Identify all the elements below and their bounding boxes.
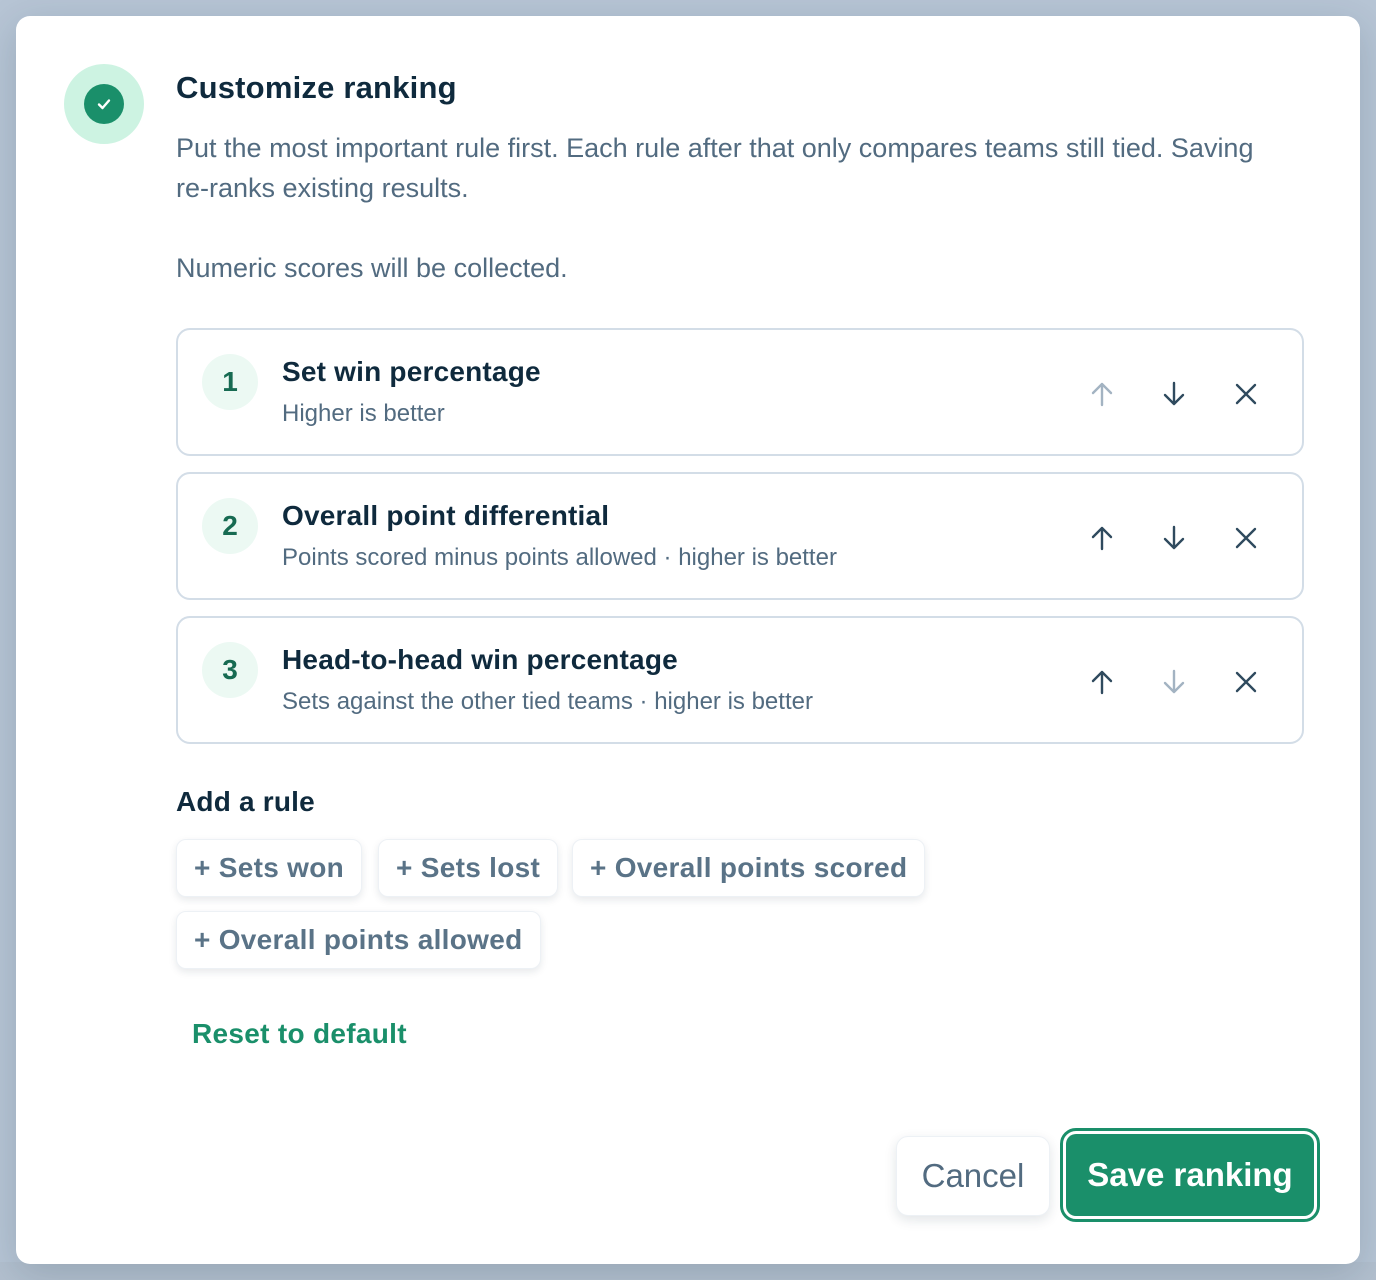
arrow-up-icon <box>1091 670 1113 695</box>
close-icon <box>1235 383 1257 405</box>
arrow-up-icon <box>1091 382 1113 407</box>
dialog-note: Numeric scores will be collected. <box>176 253 568 283</box>
move-up-button[interactable] <box>1074 366 1130 422</box>
rule-title: Set win percentage <box>282 356 541 387</box>
status-badge <box>64 64 144 144</box>
rule-card: 2 Overall point differential Points scor… <box>176 472 1304 600</box>
add-sets-won-button[interactable]: + Sets won <box>176 839 363 897</box>
save-ranking-label: Save ranking <box>1066 1134 1314 1216</box>
move-down-button[interactable] <box>1146 654 1202 710</box>
reset-to-default-link[interactable]: Reset to default <box>192 1018 407 1050</box>
add-overall-points-allowed-button[interactable]: + Overall points allowed <box>176 911 541 969</box>
dialog-title: Customize ranking <box>176 70 457 105</box>
save-ranking-button[interactable]: Save ranking <box>1060 1128 1320 1222</box>
check-icon <box>84 84 124 124</box>
add-rule-heading: Add a rule <box>176 786 315 817</box>
close-icon <box>1235 527 1257 549</box>
dialog-description: Put the most important rule first. Each … <box>176 133 1254 203</box>
rule-description: Points scored minus points allowed · hig… <box>282 544 837 571</box>
rule-card: 1 Set win percentage Higher is better <box>176 328 1304 456</box>
arrow-up-icon <box>1091 526 1113 551</box>
arrow-down-icon <box>1163 381 1185 406</box>
rule-description: Sets against the other tied teams · high… <box>282 688 813 715</box>
move-down-button[interactable] <box>1146 366 1202 422</box>
rule-title: Head-to-head win percentage <box>282 644 678 675</box>
rule-card: 3 Head-to-head win percentage Sets again… <box>176 616 1304 744</box>
move-up-button[interactable] <box>1074 510 1130 566</box>
rule-number: 1 <box>202 354 258 410</box>
remove-rule-button[interactable] <box>1218 654 1274 710</box>
rule-title: Overall point differential <box>282 500 610 531</box>
close-icon <box>1235 671 1257 693</box>
add-overall-points-scored-button[interactable]: + Overall points scored <box>572 839 926 897</box>
customize-ranking-dialog: Customize ranking Put the most important… <box>16 16 1360 1264</box>
move-down-button[interactable] <box>1146 510 1202 566</box>
rule-description: Higher is better <box>282 400 445 427</box>
cancel-button[interactable]: Cancel <box>896 1136 1050 1216</box>
remove-rule-button[interactable] <box>1218 366 1274 422</box>
remove-rule-button[interactable] <box>1218 510 1274 566</box>
add-sets-lost-button[interactable]: + Sets lost <box>378 839 559 897</box>
page-backdrop <box>0 1262 1376 1280</box>
arrow-down-icon <box>1163 525 1185 550</box>
arrow-down-icon <box>1163 669 1185 694</box>
move-up-button[interactable] <box>1074 654 1130 710</box>
rule-number: 3 <box>202 642 258 698</box>
rule-number: 2 <box>202 498 258 554</box>
